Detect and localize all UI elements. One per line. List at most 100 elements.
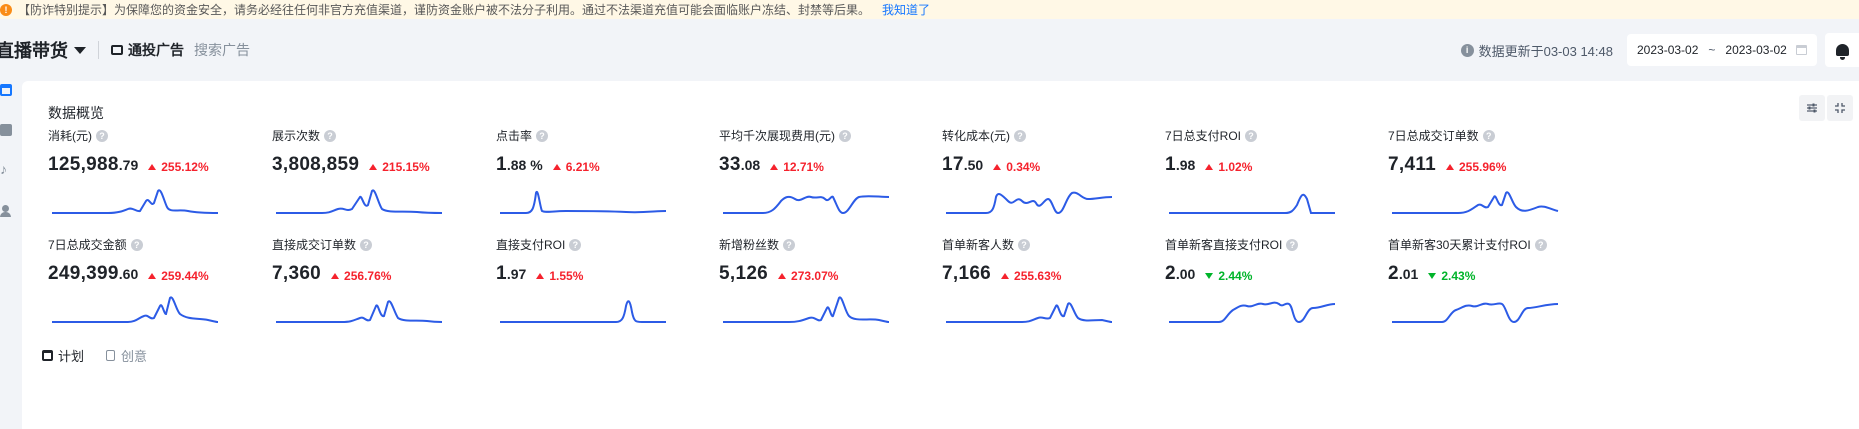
metric-card[interactable]: 展示次数? 3,808,859 215.15%: [272, 127, 482, 227]
metric-card[interactable]: 7日总成交订单数? 7,411 255.96%: [1388, 127, 1598, 227]
metric-label-row: 新增粉丝数?: [719, 236, 929, 253]
metric-sparkline: [276, 189, 443, 214]
metric-card[interactable]: 首单新客直接支付ROI? 2.00 2.44%: [1165, 236, 1375, 336]
bell-icon: [1835, 44, 1849, 60]
help-icon[interactable]: ?: [536, 129, 549, 142]
metric-label-row: 7日总成交金额?: [48, 236, 258, 253]
info-icon: i: [1460, 43, 1474, 57]
tab-label: 通投广告: [128, 42, 184, 58]
metric-card[interactable]: 点击率? 1.88 % 6.21%: [496, 127, 706, 227]
metric-sparkline: [500, 190, 667, 214]
metric-label: 直接支付ROI: [496, 238, 566, 252]
metric-sparkline: [500, 300, 666, 323]
metric-change: 12.71%: [770, 160, 824, 174]
calendar-check-icon[interactable]: [0, 84, 12, 96]
help-icon[interactable]: ?: [1286, 238, 1299, 251]
metric-change-value: 256.76%: [344, 269, 392, 283]
left-rail: [0, 81, 22, 429]
triangle-down-icon: [1205, 273, 1214, 279]
help-icon[interactable]: ?: [324, 129, 337, 142]
metric-value: 1: [496, 263, 507, 284]
metric-value-row: 7,166 255.63%: [942, 263, 1152, 285]
help-icon[interactable]: ?: [569, 238, 582, 251]
tab-creatives[interactable]: 创意: [106, 346, 147, 365]
date-range-picker[interactable]: 2023-03-02 ~ 2023-03-02: [1627, 34, 1817, 66]
folder-icon[interactable]: [0, 124, 12, 136]
douyin-icon[interactable]: [0, 161, 12, 177]
metric-label: 平均千次展现费用(元): [719, 129, 835, 143]
user-icon[interactable]: [0, 205, 12, 217]
metric-value-row: 7,411 255.96%: [1388, 154, 1598, 176]
metric-label-row: 展示次数?: [272, 127, 482, 144]
sparkline-path: [723, 296, 890, 323]
metric-label: 7日总成交金额: [48, 238, 127, 252]
metric-label-row: 消耗(元)?: [48, 127, 258, 144]
metric-card[interactable]: 新增粉丝数? 5,126 273.07%: [719, 236, 929, 336]
metric-change-value: 273.07%: [791, 269, 839, 283]
help-icon[interactable]: ?: [1482, 129, 1495, 142]
help-icon[interactable]: ?: [1534, 238, 1547, 251]
help-icon[interactable]: ?: [130, 238, 143, 251]
briefcase-icon: [111, 45, 123, 55]
metric-label: 7日总支付ROI: [1165, 129, 1242, 143]
help-icon[interactable]: ?: [839, 129, 851, 142]
metric-card[interactable]: 转化成本(元)? 17.50 0.34%: [942, 127, 1152, 227]
sparkline-path: [500, 300, 666, 323]
help-icon[interactable]: ?: [360, 238, 373, 251]
metric-sparkline: [946, 191, 1113, 215]
metric-label-row: 直接支付ROI?: [496, 236, 706, 253]
help-icon[interactable]: ?: [96, 129, 108, 142]
tab-general-ads[interactable]: 通投广告: [111, 40, 184, 60]
tab-search-ads[interactable]: 搜索广告: [194, 40, 250, 60]
metric-label-row: 直接成交订单数?: [272, 236, 482, 253]
fraud-notice-bar: ! 【防诈特别提示】为保障您的资金安全，请务必经往任何非官方充值渠道，谨防资金账…: [0, 0, 1859, 19]
help-icon[interactable]: ?: [783, 238, 796, 251]
tab-plans[interactable]: 计划: [42, 346, 84, 365]
metric-label-row: 首单新客30天累计支付ROI?: [1388, 236, 1598, 253]
notification-button[interactable]: [1825, 33, 1859, 67]
metric-card[interactable]: 直接成交订单数? 7,360 256.76%: [272, 236, 482, 336]
metric-card[interactable]: 7日总支付ROI? 1.98 1.02%: [1165, 127, 1375, 227]
metric-decimal: .60: [118, 266, 139, 282]
metric-change-value: 259.44%: [161, 269, 209, 283]
metric-card[interactable]: 消耗(元)? 125,988.79 255.12%: [48, 127, 258, 227]
metric-card[interactable]: 首单新客人数? 7,166 255.63%: [942, 236, 1152, 336]
metric-decimal: .00: [1175, 266, 1196, 282]
metric-sparkline: [723, 296, 890, 323]
metric-card[interactable]: 直接支付ROI? 1.97 1.55%: [496, 236, 706, 336]
metric-change: 2.44%: [1205, 269, 1252, 283]
metric-sparkline: [946, 302, 1113, 323]
sparkline-path: [723, 195, 890, 215]
metric-sparkline: [1392, 191, 1559, 214]
calendar-icon: [42, 350, 53, 361]
sliders-icon: [1807, 103, 1817, 113]
help-icon[interactable]: ?: [1245, 129, 1258, 142]
metric-change-value: 2.43%: [1441, 269, 1476, 283]
sparkline-path: [1392, 191, 1559, 214]
metric-decimal: .01: [1398, 266, 1419, 282]
settings-sliders-button[interactable]: [1799, 95, 1825, 121]
metric-change-value: 1.02%: [1218, 160, 1253, 174]
metric-value-row: 17.50 0.34%: [942, 154, 1152, 176]
header-right: i 数据更新于03-03 14:48 2023-03-02 ~ 2023-03-…: [1460, 19, 1859, 81]
collapse-button[interactable]: [1827, 95, 1853, 121]
divider: [98, 41, 99, 59]
metric-sparkline: [1169, 193, 1335, 214]
metric-label-row: 7日总支付ROI?: [1165, 127, 1375, 144]
metric-decimal: .98: [1175, 157, 1196, 173]
date-start[interactable]: 2023-03-02: [1637, 43, 1698, 57]
metric-value-row: 5,126 273.07%: [719, 263, 929, 285]
help-icon[interactable]: ?: [1018, 238, 1031, 251]
metric-card[interactable]: 平均千次展现费用(元)? 33.08 12.71%: [719, 127, 929, 227]
triangle-up-icon: [369, 164, 378, 170]
notice-dismiss-link[interactable]: 我知道了: [882, 1, 930, 18]
metric-change-value: 6.21%: [565, 160, 600, 174]
metric-label: 点击率: [496, 129, 533, 143]
account-switcher[interactable]: 直播带货: [0, 37, 86, 63]
data-update-time: 数据更新于03-03 14:48: [1478, 43, 1613, 59]
help-icon[interactable]: ?: [1014, 129, 1026, 142]
metric-card[interactable]: 首单新客30天累计支付ROI? 2.01 2.43%: [1388, 236, 1598, 336]
metric-change-value: 255.12%: [161, 160, 209, 174]
metric-card[interactable]: 7日总成交金额? 249,399.60 259.44%: [48, 236, 258, 336]
date-end[interactable]: 2023-03-02: [1725, 43, 1786, 57]
